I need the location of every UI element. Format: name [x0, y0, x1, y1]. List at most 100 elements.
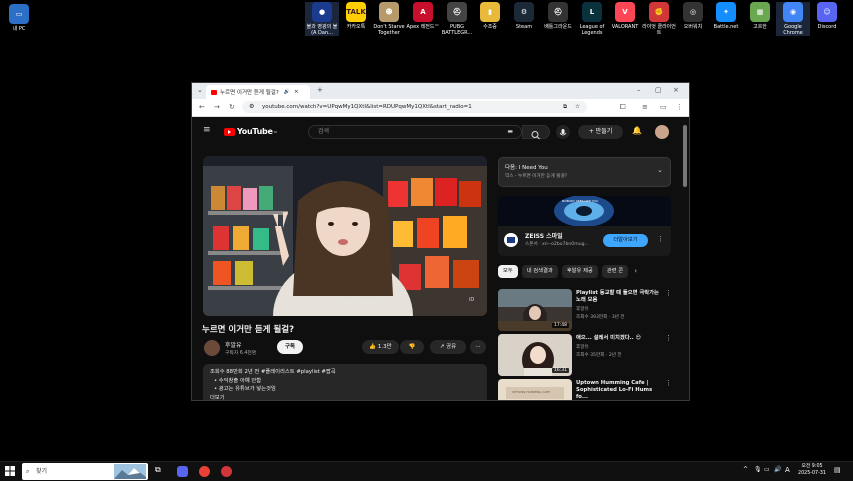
chip-all[interactable]: 모두 — [498, 265, 518, 278]
desktop-icon-label: Battle.net — [713, 24, 739, 30]
extensions-icon[interactable]: ⧠ — [620, 103, 626, 112]
search-icon: ⌕ — [26, 468, 30, 475]
sponsored-ad[interactable]: NOBODY SEES LIKE YOU ZEISS 스마일 스폰서 · xn-… — [498, 196, 671, 256]
network-icon[interactable]: ▭ — [764, 466, 770, 473]
chip-my-searches[interactable]: 내 검색결과 — [521, 265, 558, 278]
search-input[interactable]: 검색 ▬ — [308, 125, 522, 139]
task-view-icon[interactable]: ⧉ — [155, 465, 161, 475]
cast-icon[interactable]: ⧉ — [563, 101, 567, 113]
reload-icon[interactable]: ↻ — [229, 103, 235, 111]
create-button[interactable]: + 만들기 — [578, 125, 623, 139]
browser-window: ⌄ 누르면 이거만 듣게 될걸? 🔊 × + – ▢ × ← → ↻ ⚙ you… — [191, 82, 690, 401]
desktop-icon[interactable]: ⛑ PUBG BATTLEGR... — [440, 2, 474, 36]
youtube-logo[interactable]: YouTube KR — [224, 127, 277, 136]
youtube-header: ≡ YouTube KR 검색 ▬ + 만들기 🔔 — [192, 117, 689, 147]
menu-kebab-icon[interactable]: ⋮ — [676, 103, 683, 111]
site-info-icon[interactable]: ⚙ — [249, 101, 254, 113]
notification-center-icon[interactable]: ▤ — [834, 466, 841, 474]
chip-related[interactable]: 관련 콘 — [601, 265, 629, 278]
recommendation-thumbnail[interactable]: 17:48 — [498, 289, 572, 331]
desktop-icon[interactable]: ✊ 라이엇 클라이언트 — [642, 2, 676, 36]
video-frame — [203, 156, 487, 316]
app-icon: ☺ — [817, 2, 837, 22]
tab-list-icon[interactable]: ⌄ — [197, 86, 203, 94]
chip-from-channel[interactable]: 후알유 제공 — [561, 265, 598, 278]
close-window-icon[interactable]: × — [673, 86, 679, 94]
subscribe-button[interactable]: 구독 — [277, 340, 303, 354]
account-avatar[interactable] — [655, 125, 669, 139]
volume-icon[interactable]: 🔊 — [774, 466, 781, 473]
desktop-icon[interactable]: ▮ 수조증 — [473, 2, 507, 30]
desktop-icon-my-pc[interactable]: ▭ 내 PC — [2, 4, 36, 32]
taskbar-search-input[interactable]: ⌕ 찾기 — [22, 463, 148, 480]
desktop-icon[interactable]: ☺ Discord — [810, 2, 844, 30]
url-input[interactable]: ⚙ youtube.com/watch?v=UPqwMy1QXtI&list=R… — [242, 101, 587, 113]
recommendation-thumbnail[interactable]: UPTOWN HUMMING CAFE — [498, 379, 572, 400]
channel-name[interactable]: 후알유 — [225, 340, 242, 349]
video-player[interactable]: pxcnr · 고트세일러 iD — [203, 156, 487, 316]
desktop-icon[interactable]: ▦ 고흐한 — [743, 2, 777, 30]
desktop-icon[interactable]: ◉ Google Chrome — [776, 2, 810, 36]
notifications-bell-icon[interactable]: 🔔 — [632, 126, 642, 135]
more-actions-button[interactable]: ··· — [470, 340, 486, 354]
computer-icon: ▭ — [9, 4, 29, 24]
description-meta: 조회수 88만회 2년 전 #플레이리스트 #playlist #팝곡 — [210, 369, 336, 375]
recommendation-item[interactable]: UPTOWN HUMMING CAFE Uptown Humming Cafe … — [498, 379, 671, 400]
ad-menu-icon[interactable]: ⋮ — [657, 235, 664, 243]
recommendation-thumbnail[interactable]: 16:31 — [498, 334, 572, 376]
desktop-icon[interactable]: ⛑ 배틀그라운드 — [541, 2, 575, 30]
media-icon[interactable]: ≡ — [642, 103, 648, 111]
browser-tab[interactable]: 누르면 이거만 듣게 될걸? 🔊 × — [206, 85, 310, 99]
hamburger-menu-icon[interactable]: ≡ — [203, 125, 211, 135]
channel-avatar[interactable] — [204, 340, 220, 356]
url-text: youtube.com/watch?v=UPqwMy1QXtI&list=RDU… — [262, 104, 472, 110]
desktop-icon[interactable]: A Apex 레전드™ — [406, 2, 440, 30]
desktop-icon[interactable]: L League of Legends — [575, 2, 609, 36]
minimize-icon[interactable]: – — [637, 86, 641, 94]
recommendation-item[interactable]: 17:48 Playlist 등교할 때 들으면 극락가는 노래 모음 후알유 … — [498, 289, 672, 331]
recommendation-menu-icon[interactable]: ⋮ — [665, 379, 671, 387]
scrollbar-thumb[interactable] — [683, 125, 687, 187]
profile-icon[interactable]: ▭ — [660, 103, 667, 111]
close-tab-icon[interactable]: × — [294, 89, 299, 95]
discord-taskbar-icon[interactable] — [177, 466, 188, 477]
like-button[interactable]: 👍 1.3만 — [362, 340, 399, 354]
desktop-icon[interactable]: ☻ Don't Starve Together — [372, 2, 406, 36]
desktop-icon[interactable]: ✦ Battle.net — [709, 2, 743, 30]
chevron-down-icon[interactable]: ⌄ — [657, 166, 663, 174]
chrome-taskbar-icon[interactable] — [199, 466, 210, 477]
search-highlight-image — [114, 464, 146, 479]
microphone-tray-icon[interactable]: 🎙 — [754, 466, 762, 473]
dislike-button[interactable]: 👎 — [400, 340, 424, 354]
app-icon: ◎ — [683, 2, 703, 22]
voice-search-button[interactable] — [556, 125, 570, 139]
ad-cta-button[interactable]: 더알아보기 — [603, 234, 648, 247]
recommendation-menu-icon[interactable]: ⋮ — [665, 289, 672, 297]
maximize-icon[interactable]: ▢ — [655, 86, 662, 94]
back-icon[interactable]: ← — [199, 103, 205, 111]
desktop-icon[interactable]: ● 불과 영광의 불 (A Dan... — [305, 2, 339, 36]
desktop-icon[interactable]: V VALORANT — [608, 2, 642, 30]
new-tab-button[interactable]: + — [317, 86, 323, 94]
up-next-panel[interactable]: 다음: I Need You 믹스 - 누르면 이거만 듣게 될걸? ⌄ — [498, 157, 671, 187]
ime-indicator[interactable]: A — [785, 466, 790, 474]
tab-title: 누르면 이거만 듣게 될걸? — [220, 90, 279, 96]
windows-start-icon[interactable] — [5, 466, 15, 476]
riot-taskbar-icon[interactable] — [221, 466, 232, 477]
video-description[interactable]: 조회수 88만회 2년 전 #플레이리스트 #playlist #팝곡 • 수익… — [203, 364, 487, 403]
search-button[interactable] — [522, 125, 550, 140]
bookmark-star-icon[interactable]: ☆ — [575, 101, 580, 113]
chips-next-icon[interactable]: › — [634, 265, 637, 279]
recommendation-item[interactable]: 16:31 애으... 설레서 미치겠다.. 😍 후알유 조회수 35만회 · … — [498, 334, 672, 376]
desktop-icon[interactable]: TALK 카카오톡 — [339, 2, 373, 30]
tray-chevron-icon[interactable]: ^ — [743, 466, 748, 473]
share-button[interactable]: ↗ 공유 — [430, 340, 466, 354]
speaker-icon[interactable]: 🔊 — [284, 89, 290, 95]
recommendation-menu-icon[interactable]: ⋮ — [665, 334, 672, 342]
clock[interactable]: 오전 9:05 2025-07-31 — [796, 463, 828, 477]
desktop-icon[interactable]: ⚙ Steam — [507, 2, 541, 30]
desktop-icon[interactable]: ◎ 오버워치 — [676, 2, 710, 30]
forward-icon[interactable]: → — [214, 103, 220, 111]
keyboard-icon[interactable]: ▬ — [507, 126, 513, 138]
show-more-link[interactable]: 더보기 — [210, 394, 480, 403]
